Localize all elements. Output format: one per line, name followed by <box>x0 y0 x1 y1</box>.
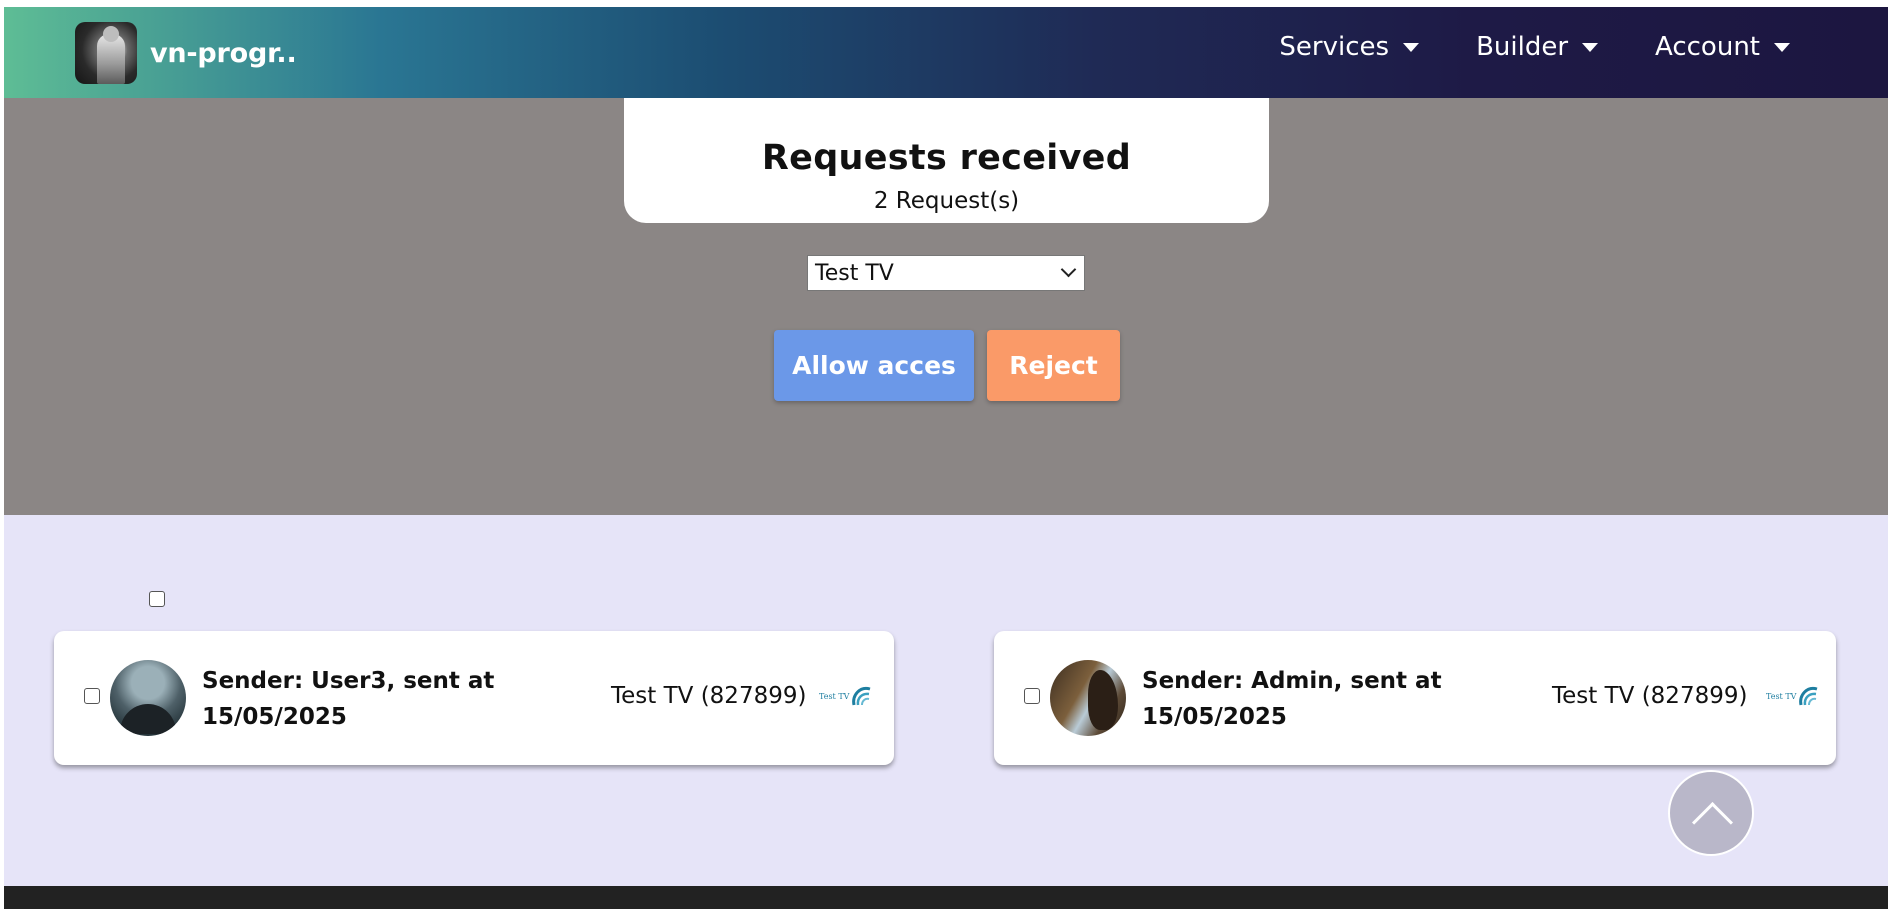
brand-logo-icon <box>75 22 137 84</box>
chevron-down-icon <box>1060 261 1077 278</box>
chevron-up-icon <box>1691 801 1734 844</box>
nav-account-label: Account <box>1655 32 1760 62</box>
request-list: Sender: User3, sent at 15/05/2025 Test T… <box>4 515 1888 886</box>
request-sender: Sender: User3, sent at 15/05/2025 <box>202 663 494 735</box>
sender-line: Sender: Admin, sent at <box>1142 668 1442 694</box>
brand[interactable]: vn-progr.. <box>75 22 297 84</box>
requests-header-section: Requests received 2 Request(s) Test TV A… <box>4 98 1888 515</box>
caret-down-icon <box>1774 42 1790 52</box>
channel-select[interactable]: Test TV <box>807 255 1085 291</box>
reject-button[interactable]: Reject <box>987 330 1120 401</box>
scroll-to-top-button[interactable] <box>1668 770 1754 856</box>
nav-account[interactable]: Account <box>1655 32 1790 62</box>
sent-date: 15/05/2025 <box>202 704 347 730</box>
avatar <box>1050 660 1126 736</box>
caret-down-icon <box>1403 42 1420 52</box>
select-all-checkbox[interactable] <box>149 591 165 607</box>
page-title: Requests received <box>761 138 1132 178</box>
request-checkbox[interactable] <box>1024 688 1040 704</box>
nav-services[interactable]: Services <box>1279 32 1420 62</box>
channel-logo-text: Test TV <box>819 691 850 701</box>
request-card: Sender: User3, sent at 15/05/2025 Test T… <box>54 631 894 765</box>
sent-date: 15/05/2025 <box>1142 704 1287 730</box>
channel-logo-text: Test TV <box>1766 691 1797 701</box>
channel-logo: Test TV <box>1766 683 1819 709</box>
avatar <box>110 660 186 736</box>
wave-logo-icon <box>1799 686 1818 706</box>
request-card: Sender: Admin, sent at 15/05/2025 Test T… <box>994 631 1836 765</box>
channel-logo: Test TV <box>819 683 872 709</box>
page: vn-progr.. Services Builder Account Requ… <box>4 7 1888 909</box>
request-checkbox[interactable] <box>84 688 100 704</box>
nav-builder-label: Builder <box>1476 32 1569 62</box>
footer <box>4 886 1888 909</box>
top-navbar: vn-progr.. Services Builder Account <box>4 7 1888 98</box>
channel-select-value: Test TV <box>815 260 894 286</box>
nav-builder[interactable]: Builder <box>1476 32 1599 62</box>
request-sender: Sender: Admin, sent at 15/05/2025 <box>1142 663 1442 735</box>
sender-line: Sender: User3, sent at <box>202 668 495 694</box>
nav-services-label: Services <box>1279 32 1390 62</box>
request-channel: Test TV (827899) <box>611 683 807 709</box>
brand-name: vn-progr.. <box>150 37 297 69</box>
caret-down-icon <box>1582 42 1599 52</box>
request-channel: Test TV (827899) <box>1552 683 1748 709</box>
requests-title-card: Requests received 2 Request(s) <box>624 98 1269 223</box>
wave-logo-icon <box>852 686 871 706</box>
allow-access-button[interactable]: Allow acces <box>774 330 974 401</box>
request-count: 2 Request(s) <box>873 188 1020 214</box>
nav-menu: Services Builder Account <box>1279 32 1790 62</box>
